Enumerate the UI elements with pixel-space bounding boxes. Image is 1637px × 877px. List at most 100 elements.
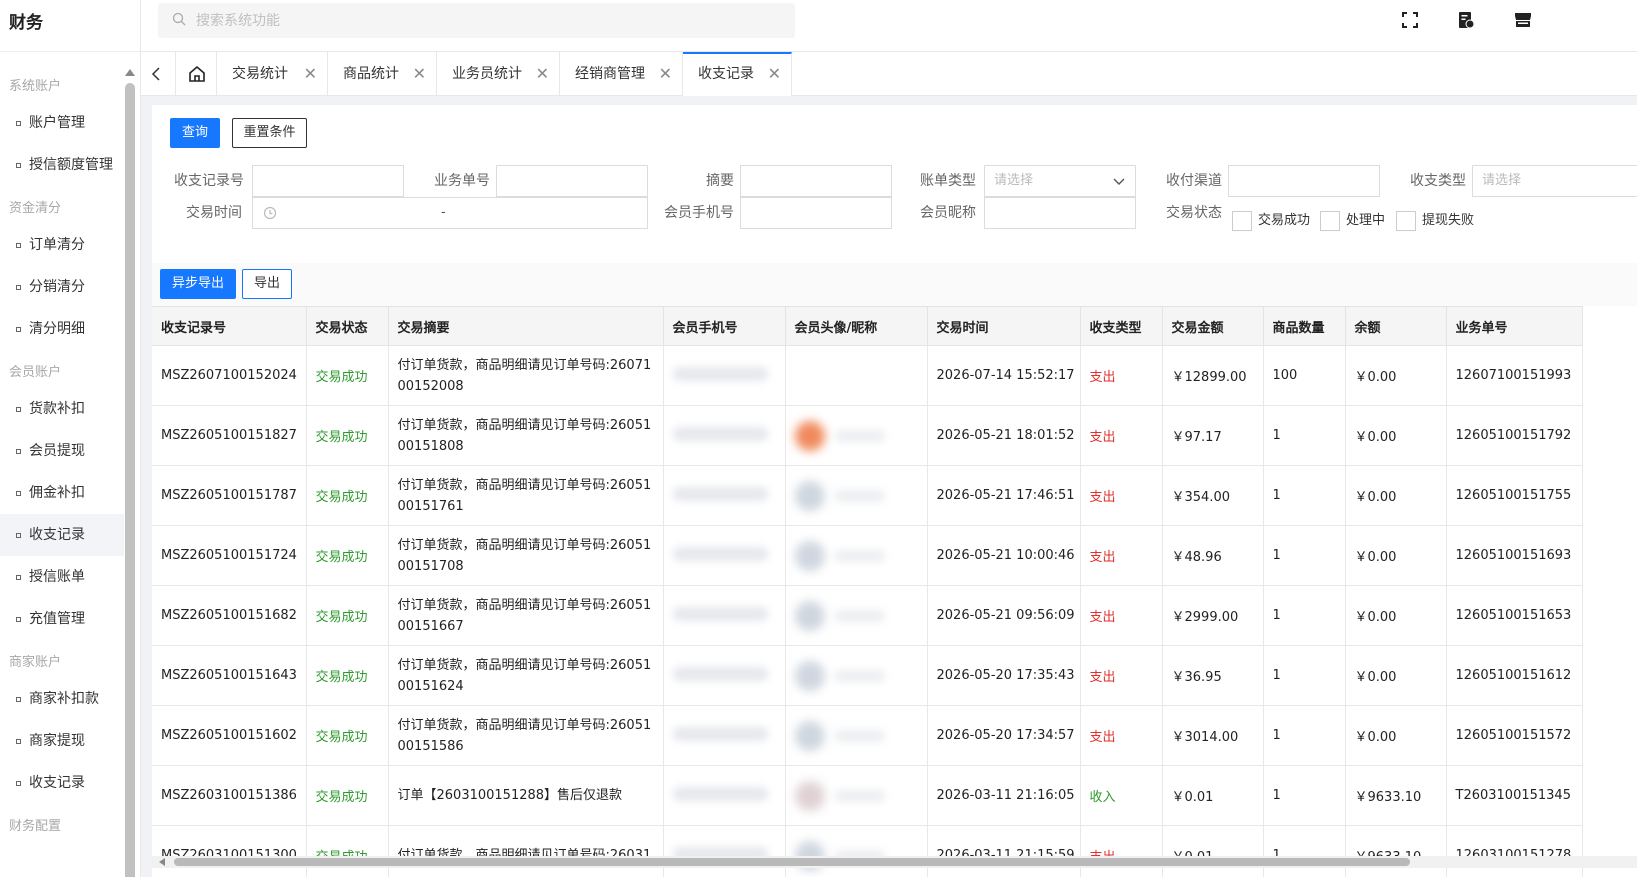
summary-text: 付订单货款，商品明细请见订单号码:26051 — [397, 657, 652, 673]
table-row[interactable]: MSZ2603100151300交易成功付订单货款，商品明细请见订单号码:260… — [152, 825, 1583, 877]
fullscreen-icon[interactable] — [1400, 10, 1420, 30]
table-row[interactable]: MSZ2605100151682 交易成功 付订单货款，商品明细请见订单号码:260… — [152, 585, 1583, 646]
pay-channel-input[interactable] — [1228, 165, 1380, 197]
tab-item[interactable]: 商品统计 ✕ — [328, 52, 437, 96]
biz-no-label: 业务单号 — [434, 173, 490, 189]
query-button[interactable]: 查询 — [170, 118, 220, 148]
sidebar-item[interactable]: 分销清分 — [0, 266, 124, 308]
member-phone-input[interactable] — [740, 197, 892, 229]
member-phone-cell — [663, 585, 786, 646]
summary-text: 付订单货款，商品明细请见订单号码:26051 — [397, 417, 652, 433]
table-row[interactable]: MSZ2607100152024 交易成功 付订单货款，商品明细请见订单号码:260… — [152, 345, 1583, 406]
table-row[interactable]: MSZ2605100151724 交易成功 付订单货款，商品明细请见订单号码:260… — [152, 525, 1583, 586]
bullet-icon — [16, 616, 21, 622]
sidebar-item[interactable]: 充值管理 — [0, 598, 124, 640]
close-icon[interactable]: ✕ — [413, 52, 426, 96]
scroll-left-arrow-icon[interactable] — [159, 858, 165, 866]
store-icon[interactable] — [1513, 10, 1533, 30]
summary-text-cont: 00151761 — [397, 498, 464, 514]
member-phone-cell — [663, 705, 786, 766]
sidebar-item[interactable]: 授信额度管理 — [0, 144, 124, 186]
blurred-phone — [672, 666, 768, 681]
async-export-button[interactable]: 异步导出 — [160, 269, 236, 299]
sidebar-item[interactable]: 货款补扣 — [0, 388, 124, 430]
io-type-placeholder: 请选择 — [1482, 173, 1522, 188]
table-row[interactable]: MSZ2605100151827 交易成功 付订单货款，商品明细请见订单号码:260… — [152, 405, 1583, 466]
sidebar-item-label: 订单清分 — [29, 237, 85, 253]
avatar — [794, 600, 825, 631]
status-cell: 交易成功 — [306, 465, 389, 526]
member-phone-cell — [663, 765, 786, 826]
blurred-nickname — [834, 489, 885, 502]
tab-item[interactable]: 业务员统计 ✕ — [437, 52, 560, 96]
sidebar-item[interactable]: 商家提现 — [0, 720, 124, 762]
close-icon[interactable]: ✕ — [768, 54, 781, 94]
record-no-cell: MSZ2603100151386 — [152, 765, 307, 826]
search-box[interactable] — [158, 3, 795, 38]
summary-text: 付订单货款，商品明细请见订单号码:26051 — [397, 477, 652, 493]
summary-input[interactable] — [740, 165, 892, 197]
tab-item[interactable]: 经销商管理 ✕ — [560, 52, 683, 96]
tabs-prev-button[interactable] — [141, 52, 176, 96]
scroll-up-arrow-icon[interactable] — [125, 69, 135, 76]
table-row[interactable]: MSZ2605100151643 交易成功 付订单货款，商品明细请见订单号码:260… — [152, 645, 1583, 706]
balance-cell: ￥0.00 — [1345, 345, 1447, 406]
biz-no-cell: T2603100151345 — [1446, 765, 1583, 826]
trade-time-cell: 2026-03-11 21:16:05 — [927, 765, 1081, 826]
sidebar-item[interactable]: 授信账单 — [0, 556, 124, 598]
sidebar-item[interactable]: 收支记录 — [0, 762, 124, 804]
biz-no-cell: 12605100151792 — [1446, 405, 1583, 466]
status-checkbox-success[interactable] — [1232, 211, 1252, 231]
bullet-icon — [16, 242, 21, 248]
sidebar-item[interactable]: 收支记录 — [0, 514, 124, 556]
amount-cell: ￥36.95 — [1162, 645, 1264, 706]
blurred-phone — [672, 366, 768, 381]
trade-time-range[interactable]: - — [252, 197, 648, 229]
status-checkbox-processing[interactable] — [1320, 211, 1340, 231]
sidebar: 财务 系统账户 账户管理 授信额度管理 资金清分 订单清分 分销清分 清分明细 会员账户 货款补… — [0, 0, 141, 877]
sidebar-item[interactable]: 订单清分 — [0, 224, 124, 266]
sidebar-scrollbar[interactable] — [125, 64, 135, 877]
close-icon[interactable]: ✕ — [659, 52, 672, 96]
avatar — [794, 780, 825, 811]
search-input[interactable] — [196, 3, 776, 38]
bill-type-select[interactable]: 请选择 — [984, 165, 1136, 197]
export-button[interactable]: 导出 — [242, 269, 292, 299]
table-row[interactable]: MSZ2605100151602 交易成功 付订单货款，商品明细请见订单号码:260… — [152, 705, 1583, 766]
biz-no-input[interactable] — [496, 165, 648, 197]
horizontal-scrollbar[interactable] — [152, 856, 1637, 868]
tab-item[interactable]: 收支记录 ✕ — [683, 52, 792, 96]
tab-item[interactable]: 交易统计 ✕ — [217, 52, 328, 96]
summary-cell: 付订单货款，商品明细请见订单号码:26051 00151708 — [388, 525, 664, 586]
record-no-input[interactable] — [252, 165, 404, 197]
blurred-nickname — [834, 789, 885, 802]
member-phone-cell — [663, 345, 786, 406]
member-phone-cell — [663, 465, 786, 526]
sidebar-item[interactable]: 会员提现 — [0, 430, 124, 472]
record-no-cell: MSZ2607100152024 — [152, 345, 307, 406]
document-icon[interactable] — [1456, 10, 1476, 30]
sidebar-item[interactable]: 商家补扣款 — [0, 678, 124, 720]
close-icon[interactable]: ✕ — [536, 52, 549, 96]
pay-channel-label: 收付渠道 — [1166, 173, 1222, 189]
status-cell: 交易成功 — [306, 585, 389, 646]
status-cell: 交易成功 — [306, 705, 389, 766]
io-type-label: 收支类型 — [1410, 173, 1466, 189]
close-icon[interactable]: ✕ — [304, 52, 317, 96]
tab-home[interactable] — [176, 52, 217, 96]
reset-button[interactable]: 重置条件 — [232, 118, 307, 148]
member-avatar-cell — [785, 645, 928, 706]
sidebar-scroll-thumb[interactable] — [125, 83, 135, 877]
column-header: 业务单号 — [1446, 306, 1583, 346]
table-row[interactable]: MSZ2605100151787 交易成功 付订单货款，商品明细请见订单号码:260… — [152, 465, 1583, 526]
io-type-select[interactable]: 请选择 — [1472, 165, 1637, 197]
horizontal-scroll-thumb[interactable] — [174, 858, 1410, 866]
bullet-icon — [16, 448, 21, 454]
sidebar-item[interactable]: 账户管理 — [0, 102, 124, 144]
sidebar-item[interactable]: 佣金补扣 — [0, 472, 124, 514]
sidebar-item-label: 账户管理 — [29, 115, 85, 131]
status-checkbox-failed[interactable] — [1396, 211, 1416, 231]
sidebar-item[interactable]: 清分明细 — [0, 308, 124, 350]
member-nick-input[interactable] — [984, 197, 1136, 229]
table-row[interactable]: MSZ2603100151386 交易成功 订单【2603100151288】售后仅… — [152, 765, 1583, 826]
